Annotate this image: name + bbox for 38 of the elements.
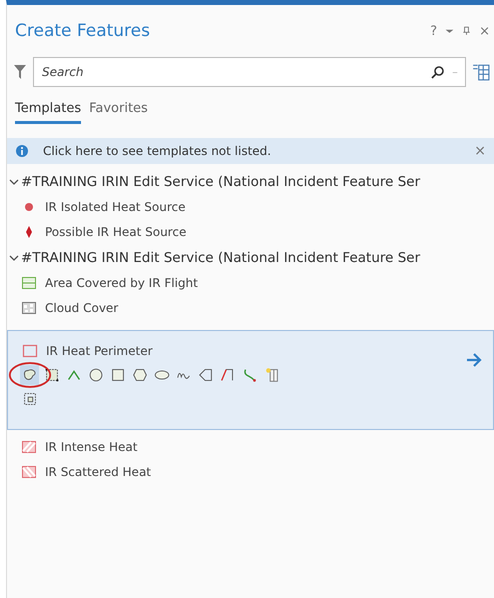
polygon-symbol-icon	[22, 343, 38, 359]
hatched-symbol-icon	[21, 439, 37, 455]
search-field[interactable]: Search	[33, 57, 466, 87]
pane-title: Create Features	[15, 21, 151, 41]
pattern-symbol-icon	[21, 300, 37, 316]
hatched-symbol-icon	[21, 464, 37, 480]
template-name: IR Isolated Heat Source	[45, 200, 186, 214]
template-item[interactable]: IR Intense Heat	[7, 430, 494, 455]
close-button[interactable]: ×	[474, 143, 486, 159]
template-name: IR Scattered Heat	[45, 465, 152, 479]
info-icon	[15, 144, 29, 158]
info-banner[interactable]: Click here to see templates not listed. ×	[7, 138, 494, 164]
tab[interactable]: Templates	[15, 101, 82, 124]
help-button[interactable]: ?	[430, 24, 438, 38]
expanded-chevron-icon[interactable]	[9, 177, 19, 187]
template-item[interactable]: Cloud Cover	[7, 291, 494, 316]
search-input[interactable]: Search	[40, 64, 431, 80]
group-header[interactable]: #TRAINING IRIN Edit Service (National Incident Feature Ser	[21, 250, 420, 266]
tab[interactable]: Favorites	[89, 101, 148, 124]
template-name: IR Intense Heat	[45, 440, 138, 454]
group-header[interactable]: #TRAINING IRIN Edit Service (National Incident Feature Ser	[21, 174, 420, 190]
info-message: Click here to see templates not listed.	[43, 144, 272, 158]
polygon-symbol-icon	[21, 275, 37, 291]
template-item[interactable]: IR Scattered Heat	[7, 455, 494, 480]
template-name: Cloud Cover	[45, 301, 118, 315]
template-item[interactable]: IR Isolated Heat Source	[7, 190, 494, 215]
close-button[interactable]: ×	[479, 24, 490, 38]
search-icon[interactable]	[431, 65, 445, 79]
table-options-icon[interactable]	[472, 63, 490, 81]
template-name: IR Heat Perimeter	[46, 344, 153, 358]
template-name: Possible IR Heat Source	[45, 225, 186, 239]
template-name: Area Covered by IR Flight	[45, 276, 198, 290]
arrow-icon[interactable]	[465, 351, 483, 369]
pin-icon[interactable]	[462, 24, 472, 38]
filter-icon[interactable]	[13, 63, 27, 81]
expanded-chevron-icon[interactable]	[9, 253, 19, 263]
template-item[interactable]: Possible IR Heat Source	[7, 215, 494, 240]
template-item[interactable]: Area Covered by IR Flight	[7, 266, 494, 291]
